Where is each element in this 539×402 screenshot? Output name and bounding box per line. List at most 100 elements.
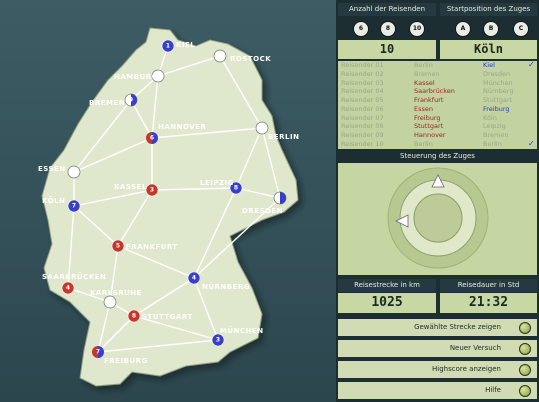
lamp-icon bbox=[519, 322, 531, 334]
city-node-bremen[interactable]: 9 bbox=[124, 93, 138, 107]
city-node-koeln[interactable]: 7 bbox=[67, 199, 81, 213]
germany-map: 1 9 6 3 8 7 5 4 4 8 3 7 KIEL HAMBURG ROSTOCK BREMEN HAN… bbox=[0, 0, 336, 402]
start-option-c[interactable]: C bbox=[513, 21, 529, 37]
city-marker-number: 8 bbox=[132, 313, 136, 320]
new-try-button[interactable]: Neuer Versuch bbox=[338, 340, 537, 357]
traveler-to: Leipzig bbox=[483, 122, 506, 131]
traveler-label: Reisender 03 bbox=[341, 78, 384, 87]
travelers-list: Reisender 01 Berlin Kiel Reisender 02 Bremen… bbox=[338, 61, 537, 149]
traveler-from: Berlin bbox=[414, 139, 433, 148]
city-node-essen[interactable] bbox=[67, 165, 81, 179]
city-label-berlin: BERLIN bbox=[268, 133, 299, 141]
start-option-b[interactable]: B bbox=[483, 21, 499, 37]
city-node-kiel[interactable]: 1 bbox=[161, 39, 175, 53]
lamp-icon bbox=[519, 385, 531, 397]
traveler-label: Reisender 07 bbox=[341, 113, 384, 122]
city-marker-number: 1 bbox=[166, 43, 170, 50]
traveler-row: Reisender 02 Bremen Dresden bbox=[338, 70, 537, 79]
city-marker-number: 4 bbox=[66, 285, 70, 292]
city-marker-number: 5 bbox=[116, 243, 120, 250]
city-marker-number: 3 bbox=[150, 187, 154, 194]
traveler-from: Stuttgart bbox=[414, 122, 444, 131]
city-node-dresden[interactable] bbox=[273, 191, 287, 205]
city-node-stuttgart[interactable]: 8 bbox=[127, 309, 141, 323]
traveler-label: Reisender 01 bbox=[341, 61, 384, 69]
traveler-from: Essen bbox=[414, 104, 433, 113]
city-label-saarbruecken: SAARBRÜCKEN bbox=[42, 272, 106, 281]
check-icon: ✓ bbox=[528, 138, 535, 148]
show-route-label: Gewählte Strecke zeigen bbox=[414, 323, 501, 331]
traveler-label: Reisender 04 bbox=[341, 87, 384, 96]
city-label-hannover: HANNOVER bbox=[158, 123, 206, 131]
steering-title: Steuerung des Zuges bbox=[338, 150, 537, 163]
traveler-to: München bbox=[483, 78, 513, 87]
city-node-hannover[interactable]: 6 bbox=[146, 132, 158, 144]
city-label-dresden: DRESDEN bbox=[242, 207, 283, 215]
show-route-button[interactable]: Gewählte Strecke zeigen bbox=[338, 319, 537, 336]
traveler-to: Köln bbox=[483, 113, 497, 122]
check-icon: ✓ bbox=[528, 60, 535, 69]
city-node-freiburg[interactable]: 7 bbox=[92, 346, 104, 358]
city-label-leipzig: LEIPZIG bbox=[200, 179, 234, 187]
new-try-label: Neuer Versuch bbox=[449, 344, 501, 352]
traveler-row: Reisender 08 Stuttgart Leipzig bbox=[338, 122, 537, 131]
city-label-hamburg: HAMBURG bbox=[114, 73, 158, 81]
city-label-karlsruhe: KARLSRUHE bbox=[90, 289, 142, 297]
city-node-saarbruecken[interactable]: 4 bbox=[61, 281, 75, 295]
count-option-10[interactable]: 10 bbox=[409, 21, 425, 37]
city-marker-number: 7 bbox=[72, 203, 76, 210]
traveler-label: Reisender 10 bbox=[341, 139, 384, 148]
traveler-to: Berlin bbox=[483, 139, 502, 148]
city-marker-number: 3 bbox=[216, 337, 220, 344]
distance-value: 1025 bbox=[338, 293, 436, 313]
steering-wheel bbox=[387, 167, 489, 269]
traveler-from: Frankfurt bbox=[414, 96, 444, 104]
city-node-karlsruhe[interactable] bbox=[103, 295, 117, 309]
city-label-kassel: KASSEL bbox=[114, 183, 147, 191]
traveler-from: Berlin bbox=[414, 61, 433, 69]
start-option-a[interactable]: A bbox=[455, 21, 471, 37]
city-label-kiel: KIEL bbox=[176, 41, 195, 49]
city-label-freiburg: FREIBURG bbox=[104, 357, 148, 365]
traveler-row: Reisender 07 Freiburg Köln bbox=[338, 114, 537, 123]
traveler-label: Reisender 05 bbox=[341, 96, 384, 104]
city-node-frankfurt[interactable]: 5 bbox=[111, 239, 125, 253]
city-node-nuernberg[interactable]: 4 bbox=[187, 271, 201, 285]
traveler-label: Reisender 09 bbox=[341, 131, 384, 139]
city-marker-number: 6 bbox=[150, 135, 154, 142]
city-label-rostock: ROSTOCK bbox=[230, 55, 271, 63]
help-button[interactable]: Hilfe bbox=[338, 382, 537, 399]
city-node-rostock[interactable] bbox=[213, 49, 227, 63]
city-marker-number: 9 bbox=[129, 97, 133, 104]
travelers-count-title: Anzahl der Reisenden bbox=[338, 3, 436, 16]
help-label: Hilfe bbox=[485, 386, 501, 394]
city-node-kassel[interactable]: 3 bbox=[145, 183, 159, 197]
city-label-frankfurt: FRANKFURT bbox=[126, 243, 178, 251]
duration-title: Reisedauer in Std bbox=[440, 279, 537, 292]
traveler-row: Reisender 06 Essen Freiburg bbox=[338, 105, 537, 114]
traveler-from: Saarbrücken bbox=[414, 87, 455, 96]
traveler-row: Reisender 05 Frankfurt Stuttgart bbox=[338, 96, 537, 105]
traveler-from: Hannover bbox=[414, 131, 446, 139]
city-label-koeln: KÖLN bbox=[42, 196, 65, 205]
traveler-to: Nürnberg bbox=[483, 87, 514, 96]
city-marker-number: 8 bbox=[234, 185, 238, 192]
highscore-label: Highscore anzeigen bbox=[432, 365, 501, 373]
traveler-from: Freiburg bbox=[414, 113, 441, 122]
city-label-bremen: BREMEN bbox=[89, 99, 125, 107]
count-option-8[interactable]: 8 bbox=[380, 21, 396, 37]
selected-start-display: Köln bbox=[440, 40, 537, 59]
city-label-nuernberg: NÜRNBERG bbox=[202, 282, 250, 291]
traveler-row: Reisender 09 Hannover Bremen bbox=[338, 131, 537, 140]
traveler-to: Dresden bbox=[483, 69, 511, 78]
traveler-to: Kiel bbox=[483, 61, 495, 69]
count-option-6[interactable]: 6 bbox=[353, 21, 369, 37]
city-node-berlin[interactable] bbox=[255, 121, 269, 135]
traveler-to: Stuttgart bbox=[483, 96, 513, 104]
city-node-muenchen[interactable]: 3 bbox=[211, 333, 225, 347]
steering-area bbox=[338, 163, 537, 275]
highscore-button[interactable]: Highscore anzeigen bbox=[338, 361, 537, 378]
traveler-label: Reisender 08 bbox=[341, 122, 384, 131]
traveler-from: Bremen bbox=[414, 69, 440, 78]
traveler-label: Reisender 02 bbox=[341, 69, 384, 78]
